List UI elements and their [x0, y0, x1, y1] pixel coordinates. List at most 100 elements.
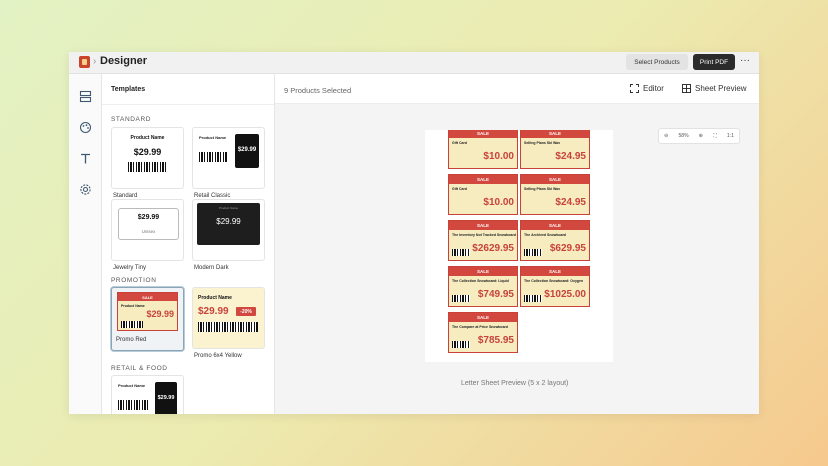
label-price: $749.95	[477, 289, 514, 300]
preview-title: Product Name	[218, 206, 239, 210]
app-logo	[79, 56, 90, 68]
template-preview: Product Name $29.99	[192, 127, 265, 189]
app-title: Designer	[100, 55, 148, 67]
sheet-preview-button[interactable]: Sheet Preview	[682, 84, 747, 93]
sale-band: SALE	[449, 267, 517, 276]
app-window: › Designer Select Products Print PDF ···…	[69, 52, 759, 414]
sheet-label[interactable]: SALE The Collection Snowboard: Liquid $749…	[448, 266, 518, 307]
grid-icon	[682, 84, 691, 93]
select-products-button[interactable]: Select Products	[626, 54, 688, 70]
label-barcode	[524, 295, 542, 302]
label-product-name: The Collection Snowboard: Oxygen	[524, 279, 584, 283]
print-pdf-button[interactable]: Print PDF	[693, 54, 735, 70]
dark-tag: Product Name $29.99	[197, 203, 260, 245]
label-barcode	[452, 249, 470, 256]
label-barcode	[452, 295, 470, 302]
sheet-label[interactable]: SALE The Archived Snowboard $629.95	[520, 220, 590, 261]
preview-sub: Unisex	[141, 229, 156, 234]
section-standard: STANDARD	[111, 116, 152, 123]
label-product-name: The Collection Snowboard: Liquid	[452, 279, 509, 283]
price-block: $29.99	[235, 134, 259, 168]
sale-band: SALE	[521, 267, 589, 276]
zoom-out-icon[interactable]: ⊖	[664, 133, 668, 139]
sale-band: SALE	[521, 130, 589, 138]
barcode	[118, 400, 148, 410]
preview-title: Product Name	[121, 304, 145, 308]
top-bar: › Designer Select Products Print PDF ···	[69, 52, 759, 74]
template-label: Promo Red	[116, 337, 147, 343]
template-label: Jewelry Tiny	[113, 265, 147, 271]
preview-title: Product Name	[198, 295, 232, 301]
template-retail-food[interactable]: Product Name $29.99	[111, 375, 184, 414]
label-price: $24.95	[555, 151, 586, 162]
promo-tag: SALE Product Name $29.99	[117, 292, 178, 331]
sale-band: SALE	[521, 175, 589, 184]
sheet-label[interactable]: SALE Gift Card $10.00	[448, 130, 518, 169]
preview-price: $29.99	[157, 395, 175, 401]
fit-icon[interactable]: ⛶	[713, 133, 717, 139]
label-price: $1025.00	[544, 289, 586, 300]
price-block: $29.99	[155, 382, 177, 414]
breadcrumb-separator: ›	[93, 56, 97, 67]
label-product-name: Selling Plans Ski Wax	[524, 141, 561, 145]
editor-button[interactable]: Editor	[630, 84, 664, 93]
sale-band: SALE	[449, 313, 517, 322]
main-header: 9 Products Selected Editor Sheet Preview	[275, 74, 759, 104]
sheet-label[interactable]: SALE Selling Plans Ski Wax $24.95	[520, 174, 590, 215]
jewelry-tag: $29.99 Unisex	[118, 208, 179, 240]
sheet-label[interactable]: SALE The Inventory Not Tracked Snowboard $…	[448, 220, 518, 261]
main-area: 9 Products Selected Editor Sheet Preview…	[275, 74, 759, 414]
sheet-caption: Letter Sheet Preview (5 x 2 layout)	[461, 380, 569, 387]
preview-price: $29.99	[146, 309, 174, 319]
barcode	[199, 152, 227, 162]
template-standard[interactable]: Product Name $29.99 Standard	[111, 127, 184, 199]
settings-icon[interactable]	[79, 183, 92, 196]
template-modern-dark[interactable]: Product Name $29.99 Modern Dark	[192, 199, 265, 271]
actual-size-icon[interactable]: 1:1	[727, 133, 734, 139]
template-label: Modern Dark	[194, 265, 229, 271]
sheet-label[interactable]: SALE The Compare at Price Snowboard $785.9…	[448, 312, 518, 353]
label-product-name: The Archived Snowboard	[524, 233, 567, 237]
discount-badge: -20%	[236, 307, 256, 316]
palette-icon[interactable]	[79, 121, 92, 134]
section-retail-food: RETAIL & FOOD	[111, 365, 168, 372]
preview-price: $29.99	[216, 217, 241, 226]
label-price: $10.00	[483, 197, 514, 208]
expand-icon	[630, 84, 639, 93]
sale-band: SALE	[521, 221, 589, 230]
preview-price: $29.99	[133, 147, 162, 157]
template-promo-red[interactable]: SALE Product Name $29.99 Promo Red	[111, 287, 184, 351]
selected-count: 9 Products Selected	[284, 86, 352, 95]
template-preview: $29.99 Unisex	[111, 199, 184, 261]
templates-sidebar: Templates STANDARD Product Name $29.99 S…	[102, 74, 275, 414]
template-preview: Product Name $29.99	[111, 127, 184, 189]
preview-price: $29.99	[198, 306, 229, 317]
sheet-label[interactable]: SALE Selling Plans Ski Wax $24.95	[520, 130, 590, 169]
text-icon[interactable]	[79, 152, 92, 165]
barcode	[121, 321, 143, 328]
label-product-name: Gift Card	[452, 187, 467, 191]
label-price: $2629.95	[472, 243, 514, 254]
template-preview: Product Name $29.99 -20%	[192, 287, 265, 349]
sale-band: SALE	[449, 130, 517, 138]
sidebar-title: Templates	[111, 86, 146, 93]
editor-label: Editor	[643, 84, 664, 93]
label-barcode	[452, 341, 470, 348]
sheet-label[interactable]: SALE The Collection Snowboard: Oxygen $102…	[520, 266, 590, 307]
template-jewelry-tiny[interactable]: $29.99 Unisex Jewelry Tiny	[111, 199, 184, 271]
label-product-name: The Inventory Not Tracked Snowboard	[452, 233, 516, 237]
zoom-toolbar: ⊖ 58% ⊕ ⛶ 1:1	[658, 128, 740, 144]
sidebar-divider	[102, 104, 274, 105]
label-price: $785.95	[477, 335, 514, 346]
barcode	[198, 322, 258, 332]
barcode	[128, 162, 168, 172]
template-promo-yellow[interactable]: Product Name $29.99 -20% Promo 6x4 Yello…	[192, 287, 265, 359]
template-label: Promo 6x4 Yellow	[194, 353, 242, 359]
template-retail-classic[interactable]: Product Name $29.99 Retail Classic	[192, 127, 265, 199]
zoom-in-icon[interactable]: ⊕	[699, 133, 703, 139]
more-options-icon[interactable]: ···	[740, 55, 750, 66]
sale-band: SALE	[118, 293, 177, 301]
layout-icon[interactable]	[79, 90, 92, 103]
label-price: $10.00	[483, 151, 514, 162]
sheet-label[interactable]: SALE Gift Card $10.00	[448, 174, 518, 215]
